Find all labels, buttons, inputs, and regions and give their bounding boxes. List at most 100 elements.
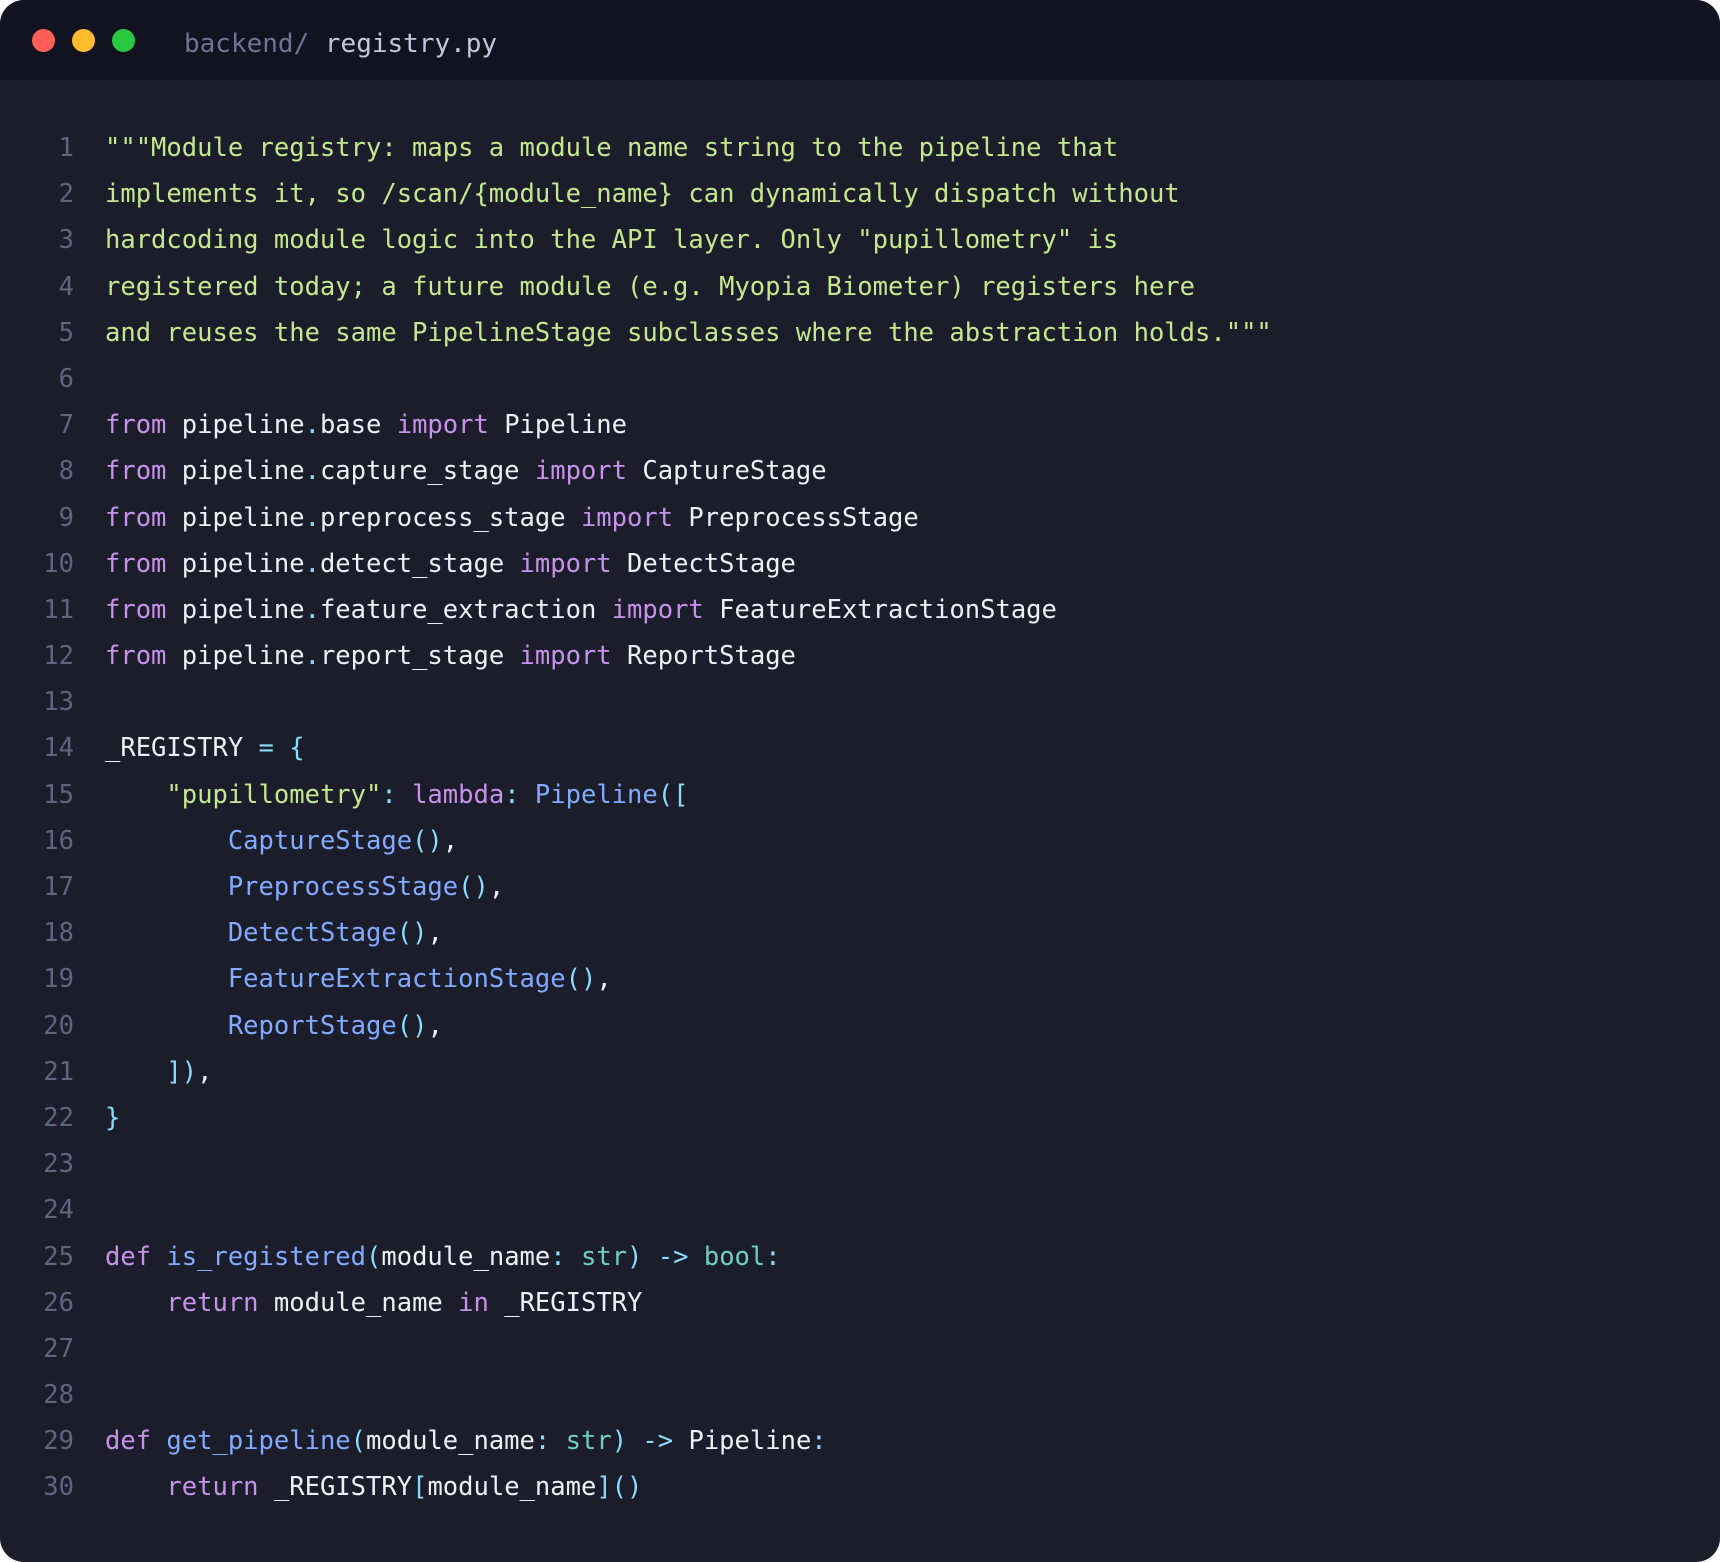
line-number: 12 — [43, 641, 74, 672]
code-token: : — [765, 1241, 781, 1272]
code-token: module_name — [427, 1472, 597, 1503]
code-line: 13 — [0, 679, 1720, 725]
code-token: Pipeline — [673, 1426, 812, 1457]
line-number: 20 — [43, 1010, 74, 1041]
line-source: implements it, so /scan/{module_name} ca… — [105, 171, 1180, 217]
line-number: 7 — [58, 410, 74, 441]
code-token: implements it, so /scan/{module_name} ca… — [105, 179, 1180, 210]
code-token: "pupillometry" — [166, 779, 382, 810]
line-source: def get_pipeline(module_name: str) -> Pi… — [105, 1418, 827, 1464]
code-token: : — [550, 1241, 566, 1272]
line-number: 29 — [43, 1426, 74, 1457]
line-source: from pipeline.base import Pipeline — [105, 402, 627, 448]
code-token: ( — [366, 1241, 382, 1272]
code-token: is_registered — [166, 1241, 367, 1272]
code-line: 8 from pipeline.capture_stage import Capt… — [0, 448, 1720, 494]
code-token: = — [258, 733, 274, 764]
code-editor[interactable]: 1 """Module registry: maps a module name … — [0, 125, 1720, 1511]
code-token: import — [580, 502, 674, 533]
code-token: CaptureStage — [227, 825, 413, 856]
line-source: from pipeline.capture_stage import Captu… — [105, 448, 827, 494]
code-token: module_name — [381, 1241, 551, 1272]
code-token: str — [565, 1426, 612, 1457]
code-line: 1 """Module registry: maps a module name … — [0, 125, 1720, 171]
code-line: 2 implements it, so /scan/{module_name} c… — [0, 171, 1720, 217]
line-source: hardcoding module logic into the API lay… — [105, 217, 1118, 263]
code-token: -> — [657, 1241, 689, 1272]
code-token: () — [458, 872, 489, 902]
code-token: -> — [642, 1426, 674, 1457]
code-token: ( — [350, 1426, 367, 1457]
code-token: . — [304, 456, 320, 487]
code-line: 4 registered today; a future module (e.g.… — [0, 264, 1720, 310]
file-path-directory: backend/ — [184, 29, 325, 59]
line-number: 15 — [43, 779, 74, 810]
code-token: from — [105, 502, 167, 533]
code-window: backend/ registry.py 1 """Module registry… — [0, 0, 1720, 1562]
line-source: DetectStage(), — [105, 910, 443, 956]
line-number: 22 — [43, 1102, 74, 1133]
code-token: pipeline — [166, 410, 305, 441]
code-line: 17 PreprocessStage(), — [0, 864, 1720, 910]
code-line: 7 from pipeline.base import Pipeline — [0, 402, 1720, 448]
code-line: 27 — [0, 1326, 1720, 1372]
code-token: } — [105, 1102, 121, 1133]
line-source: and reuses the same PipelineStage subcla… — [105, 310, 1272, 356]
line-source: } — [105, 1095, 120, 1141]
line-number: 23 — [43, 1149, 74, 1180]
code-line: 19 FeatureExtractionStage(), — [0, 956, 1720, 1002]
code-token: base — [319, 410, 397, 441]
code-token: from — [105, 594, 167, 625]
code-token: pipeline — [166, 548, 305, 579]
code-token: , — [427, 918, 443, 949]
code-token: : — [811, 1426, 827, 1457]
code-token: , — [488, 872, 505, 902]
code-token: feature_extraction — [319, 594, 612, 625]
code-token: , — [427, 1010, 443, 1041]
code-token: in — [458, 1287, 489, 1318]
line-number: 18 — [43, 918, 74, 949]
code-token: : — [381, 779, 397, 810]
code-token: module_name — [366, 1426, 535, 1457]
line-number: 21 — [43, 1056, 74, 1087]
code-token: : — [504, 779, 520, 810]
code-token: """Module registry: maps a module name s… — [105, 133, 1119, 163]
code-token: PreprocessStage — [673, 502, 919, 533]
minimize-window-button[interactable] — [72, 29, 95, 52]
close-window-button[interactable] — [32, 29, 55, 52]
code-token: hardcoding module logic into the API lay… — [105, 225, 1119, 256]
code-token: ReportStage — [227, 1010, 397, 1041]
line-number: 13 — [43, 687, 74, 718]
code-line: 22} — [0, 1095, 1720, 1141]
line-source: CaptureStage(), — [105, 818, 458, 864]
code-token: () — [396, 918, 428, 949]
code-token: pipeline — [166, 456, 305, 487]
code-token: FeatureExtractionStage — [227, 964, 566, 995]
code-line: 26 return module_name in _REGISTRY — [0, 1280, 1720, 1326]
code-token: ([ — [657, 779, 689, 810]
code-token: import — [396, 410, 489, 441]
line-number: 16 — [43, 825, 74, 856]
code-token: from — [105, 548, 167, 579]
code-token: pipeline — [166, 641, 305, 672]
code-token: , — [442, 825, 459, 856]
line-source: from pipeline.preprocess_stage import Pr… — [105, 495, 919, 541]
code-line: 21 ]), — [0, 1049, 1720, 1095]
code-line: 20 ReportStage(), — [0, 1003, 1720, 1049]
code-line: 30 return _REGISTRY[module_name]() — [0, 1464, 1720, 1510]
code-token: Pipeline — [488, 410, 628, 441]
code-token: import — [534, 456, 628, 487]
code-token: _REGISTRY — [258, 1472, 413, 1503]
file-name: registry.py — [324, 29, 498, 59]
maximize-window-button[interactable] — [112, 29, 135, 52]
line-source: return module_name in _REGISTRY — [105, 1280, 642, 1326]
